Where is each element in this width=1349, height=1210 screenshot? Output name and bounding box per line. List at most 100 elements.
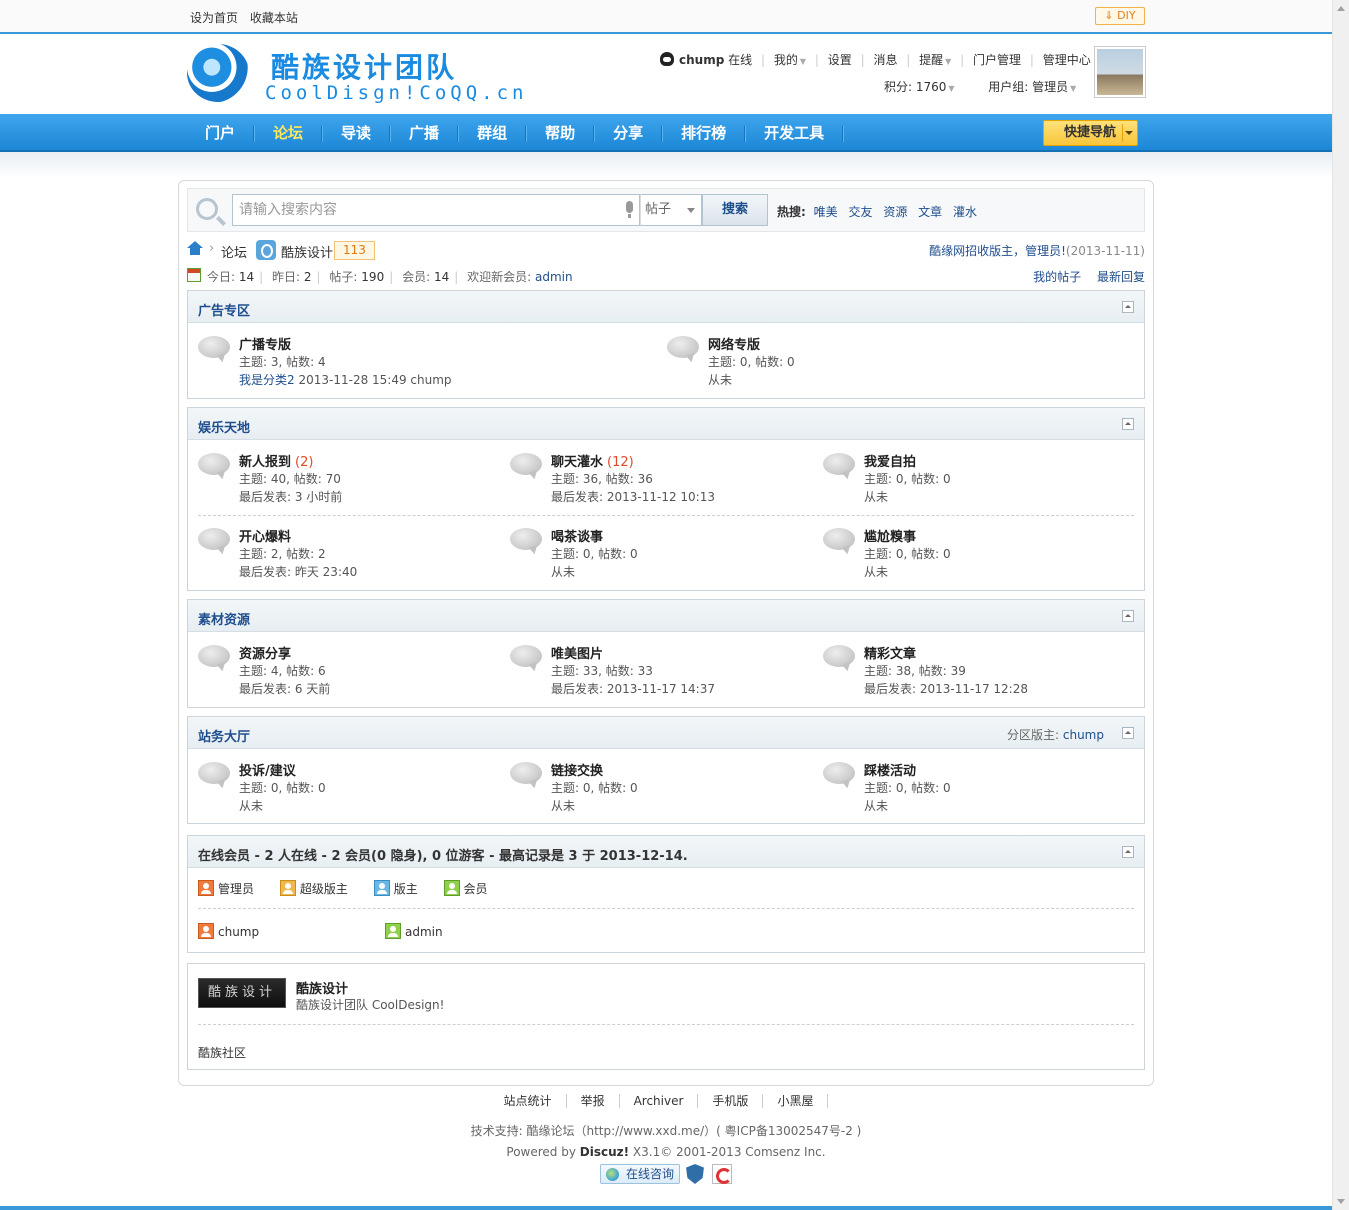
forum-name-text: 网络专版 bbox=[708, 338, 761, 353]
reminders-label: 提醒 bbox=[919, 53, 944, 67]
hot-search-link[interactable]: 资源 bbox=[883, 205, 907, 219]
forum-item: 我爱自拍 主题: 0, 帖数: 0 从未 bbox=[823, 451, 1123, 511]
latest-reply-link[interactable]: 最新回复 bbox=[1097, 270, 1145, 284]
hot-search-link[interactable]: 唯美 bbox=[814, 205, 838, 219]
nav-devtools[interactable]: 开发工具 bbox=[745, 114, 844, 152]
collapse-icon[interactable] bbox=[1122, 727, 1134, 739]
certification-icon[interactable] bbox=[712, 1164, 732, 1184]
footer-link[interactable]: 举报 bbox=[566, 1094, 620, 1108]
home-icon[interactable] bbox=[187, 241, 203, 255]
footer-link[interactable]: Archiver bbox=[619, 1094, 699, 1108]
forum-name[interactable]: 唯美图片 bbox=[551, 643, 603, 662]
footer-link[interactable]: 站点统计 bbox=[503, 1094, 567, 1108]
nav-portal[interactable]: 门户 bbox=[186, 114, 255, 152]
category-title[interactable]: 娱乐天地 bbox=[198, 417, 250, 436]
forum-item: 尴尬糗事 主题: 0, 帖数: 0 从未 bbox=[823, 526, 1123, 586]
forum-name[interactable]: 尴尬糗事 bbox=[864, 526, 916, 545]
forum-name[interactable]: 网络专版 bbox=[708, 334, 760, 353]
username-link[interactable]: chump bbox=[679, 53, 724, 67]
portal-admin-link[interactable]: 门户管理 bbox=[973, 53, 1021, 67]
online-header: 在线会员 - 2 人在线 - 2 会员(0 隐身), 0 位游客 - 最高记录是… bbox=[188, 836, 1144, 868]
forum-name[interactable]: 投诉/建议 bbox=[239, 760, 296, 779]
quick-nav-button[interactable]: 快捷导航 bbox=[1043, 120, 1138, 146]
scroll-up-icon[interactable] bbox=[1337, 6, 1345, 11]
powered-brand[interactable]: Discuz! bbox=[580, 1145, 629, 1159]
friend-name[interactable]: 酷族设计 bbox=[296, 978, 348, 997]
my-menu-label: 我的 bbox=[773, 53, 798, 67]
forum-name[interactable]: 喝茶谈事 bbox=[551, 526, 603, 545]
footer-link[interactable]: 手机版 bbox=[698, 1094, 764, 1108]
separator: | bbox=[906, 53, 911, 67]
nav-groups[interactable]: 群组 bbox=[458, 114, 527, 152]
nav-forum[interactable]: 论坛 bbox=[254, 114, 323, 152]
forum-name[interactable]: 聊天灌水 (12) bbox=[551, 451, 634, 470]
collapse-icon[interactable] bbox=[1122, 301, 1134, 313]
usergroup-menu[interactable]: 用户组: 管理员 ▼ bbox=[988, 80, 1076, 94]
online-status[interactable]: 在线 bbox=[728, 53, 752, 67]
online-user[interactable]: chump bbox=[198, 923, 259, 939]
search-input[interactable]: 请输入搜索内容 bbox=[232, 194, 640, 226]
online-members-box: 在线会员 - 2 人在线 - 2 会员(0 隐身), 0 位游客 - 最高记录是… bbox=[187, 835, 1145, 953]
hot-search-link[interactable]: 文章 bbox=[918, 205, 942, 219]
hot-search-link[interactable]: 灌水 bbox=[953, 205, 977, 219]
moderator-link[interactable]: chump bbox=[1063, 728, 1104, 742]
scroll-down-icon[interactable] bbox=[1337, 1199, 1345, 1204]
microphone-icon[interactable] bbox=[626, 201, 633, 218]
friend-text-link[interactable]: 酷族社区 bbox=[198, 1044, 246, 1061]
avatar[interactable] bbox=[1094, 46, 1146, 98]
last-post-link[interactable]: 我是分类2 bbox=[239, 373, 295, 387]
breadcrumb-forum[interactable]: 论坛 bbox=[221, 242, 247, 261]
forum-name[interactable]: 新人报到 (2) bbox=[239, 451, 313, 470]
nav-guide[interactable]: 导读 bbox=[322, 114, 391, 152]
reminders-menu[interactable]: 提醒 ▼ bbox=[919, 53, 951, 67]
category-title[interactable]: 素材资源 bbox=[198, 609, 250, 628]
vertical-scrollbar[interactable] bbox=[1332, 0, 1349, 1210]
settings-link[interactable]: 设置 bbox=[828, 53, 852, 67]
collapse-icon[interactable] bbox=[1122, 418, 1134, 430]
points-menu[interactable]: 积分: 1760 ▼ bbox=[884, 80, 955, 94]
set-homepage-link[interactable]: 设为首页 bbox=[190, 11, 238, 25]
announcement-link[interactable]: 酷缘网招收版主，管理员! bbox=[929, 244, 1066, 258]
forum-name[interactable]: 广播专版 bbox=[239, 334, 291, 353]
collapse-icon[interactable] bbox=[1122, 846, 1134, 858]
forum-name[interactable]: 我爱自拍 bbox=[864, 451, 916, 470]
breadcrumb-current[interactable]: 酷族设计 bbox=[281, 242, 333, 261]
diy-button[interactable]: ⇓ DIY bbox=[1095, 7, 1145, 25]
nav-broadcast[interactable]: 广播 bbox=[390, 114, 459, 152]
nav-ranking[interactable]: 排行榜 bbox=[662, 114, 746, 152]
online-title[interactable]: 在线会员 - 2 人在线 - 2 会员(0 隐身), 0 位游客 - 最高记录是… bbox=[198, 845, 688, 864]
category-title[interactable]: 站务大厅 bbox=[198, 726, 250, 745]
hot-search-link[interactable]: 交友 bbox=[848, 205, 872, 219]
nav-share[interactable]: 分享 bbox=[594, 114, 663, 152]
my-menu[interactable]: 我的 ▼ bbox=[774, 53, 806, 67]
footer-link[interactable]: 小黑屋 bbox=[763, 1094, 829, 1108]
online-user[interactable]: admin bbox=[385, 923, 443, 939]
forum-item: 广播专版 主题: 3, 帖数: 4 我是分类2 2013-11-28 15:49… bbox=[198, 334, 638, 394]
bookmark-link[interactable]: 收藏本站 bbox=[250, 11, 298, 25]
nav-help[interactable]: 帮助 bbox=[526, 114, 595, 152]
forum-name[interactable]: 精彩文章 bbox=[864, 643, 916, 662]
security-shield-icon[interactable] bbox=[686, 1164, 704, 1184]
forum-name[interactable]: 踩楼活动 bbox=[864, 760, 916, 779]
forum-name-text: 新人报到 bbox=[239, 455, 292, 470]
forum-name[interactable]: 链接交换 bbox=[551, 760, 603, 779]
newest-member-link[interactable]: admin bbox=[535, 270, 573, 284]
separator: | bbox=[860, 53, 865, 67]
forum-name[interactable]: 开心爆料 bbox=[239, 526, 291, 545]
category-header: 素材资源 bbox=[188, 600, 1144, 632]
site-logo[interactable]: 酷族设计团队 CoolDisgn!CoQQ.cn bbox=[187, 42, 557, 108]
friend-logo[interactable]: 酷族设计 bbox=[198, 978, 286, 1008]
messages-link[interactable]: 消息 bbox=[873, 53, 897, 67]
collapse-icon[interactable] bbox=[1122, 610, 1134, 622]
forum-name-text: 尴尬糗事 bbox=[864, 530, 917, 545]
admin-user-icon bbox=[198, 880, 214, 896]
online-consult-button[interactable]: 在线咨询 bbox=[600, 1164, 680, 1184]
search-button[interactable]: 搜索 bbox=[702, 194, 768, 226]
admin-center-link[interactable]: 管理中心 bbox=[1043, 53, 1091, 67]
search-type-select[interactable]: 帖子 bbox=[640, 194, 702, 226]
category-title[interactable]: 广告专区 bbox=[198, 300, 250, 319]
last-post-info: 2013-11-28 15:49 chump bbox=[298, 373, 452, 387]
forum-name[interactable]: 资源分享 bbox=[239, 643, 291, 662]
forum-bubble-icon bbox=[198, 453, 230, 479]
my-posts-link[interactable]: 我的帖子 bbox=[1033, 270, 1081, 284]
